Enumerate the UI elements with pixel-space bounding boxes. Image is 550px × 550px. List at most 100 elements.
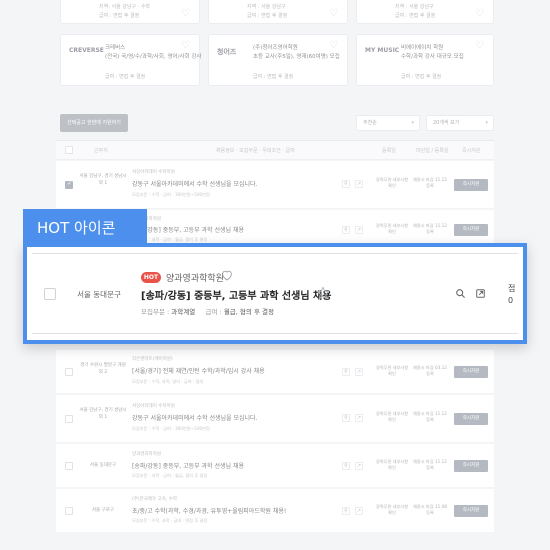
- search-icon[interactable]: ⚲: [342, 226, 350, 234]
- cut-off-text-2: 0: [508, 296, 514, 305]
- row-meta: 모집부문 : 과학계열 급여 : 월급, 협의 후 결정: [141, 306, 274, 316]
- row-location: 서울 구로구: [91, 508, 115, 513]
- row-checkbox[interactable]: [65, 462, 73, 470]
- job-card[interactable]: 지역 : 서울 강남구 급여 : 면접 후 결정 ♡: [208, 0, 348, 24]
- row-school: 서강아카데미 수학학원: [132, 170, 175, 175]
- card-line3: 급여 : 면접 후 결정: [253, 74, 294, 80]
- header-registered: 등록일: [382, 148, 396, 154]
- share-icon[interactable]: ↗: [355, 462, 363, 470]
- row-checkbox[interactable]: [44, 288, 56, 300]
- row-title[interactable]: 강동구 서울아카데미에서 수학 선생님을 모십니다.: [132, 413, 257, 422]
- search-icon[interactable]: ⚲: [342, 368, 350, 376]
- search-icon[interactable]: ⚲: [342, 462, 350, 470]
- share-icon[interactable]: ↗: [355, 226, 363, 234]
- apply-button[interactable]: 즉시지원: [454, 413, 488, 425]
- hot-callout-label: HOT 아이콘: [23, 209, 147, 247]
- row-meta: 모집부문 : 수학 · 급여 : 300만원~500만원: [132, 192, 210, 197]
- job-card[interactable]: 지역: 서울 강남구 · 수학 급여 : 면접 후 결정 ♡: [60, 0, 200, 24]
- table-row[interactable]: 경기 수원시 팔달구 개원 외 2 작은앤마트(에이학원) [서울/경기] 전체…: [56, 350, 494, 394]
- heart-icon[interactable]: ♡: [329, 9, 339, 19]
- row-register: 경력무관 세부사항 확인: [375, 504, 409, 515]
- hot-badge: HOT: [141, 272, 161, 283]
- row-title[interactable]: 강동구 서울아카데미에서 수학 선생님을 모십니다.: [132, 179, 257, 188]
- row-title[interactable]: [송파/강동] 중등부, 고등부 과학 선생님 채용: [132, 225, 244, 234]
- table-row[interactable]: 서울 강남구, 경기 성남시 외 1 서강아카데미 수학학원 강동구 서울아카데…: [56, 395, 494, 443]
- share-icon[interactable]: ↗: [355, 414, 363, 422]
- row-register: 경력무관 세부사항 확인: [375, 365, 409, 376]
- card-title: 초등 교사(주5일), 영재(60여명) 모집: [253, 54, 340, 60]
- meta-pay-label: 급여 :: [205, 308, 222, 316]
- sort-select-value: 추천순: [363, 120, 377, 126]
- header-apply: 즉시지원: [462, 148, 481, 154]
- table-row[interactable]: 서울 동대문구 양과영과학학원 [송파/강동] 중등부, 고등부 과학 선생님 …: [56, 444, 494, 488]
- row-register: 경력무관 세부사항 확인: [375, 177, 409, 188]
- row-register: 경력무관 세부사항 확인: [375, 459, 409, 470]
- job-card[interactable]: 지역 : 서울 강남구 급여 : 면접 후 결정 ♡: [356, 0, 494, 24]
- job-card[interactable]: CREVERSE 크레버스 (전국) 국/영/수/과학/사회, 영어/사회 강사…: [60, 34, 202, 86]
- row-checkbox[interactable]: [65, 507, 73, 515]
- row-title[interactable]: [송파/강동] 중등부, 고등부 과학 선생님 채용: [141, 287, 331, 302]
- sort-select[interactable]: 추천순 ▾: [356, 115, 420, 131]
- job-card[interactable]: MY MUSIC 비에이에이치 학원 수학/과학 강사 대규모 모집 급여 : …: [356, 34, 494, 86]
- row-checkbox[interactable]: [65, 415, 73, 423]
- meta-pay-value: 월급, 협의 후 결정: [223, 308, 274, 316]
- row-meta: 모집부문 : 수학, 과학, 영어 · 급여 : 협의: [132, 379, 204, 384]
- row-deadline: 채용시 마감 11.12 등록: [413, 459, 447, 470]
- row-location: 서울 동대문구: [89, 463, 117, 468]
- heart-icon[interactable]: ♡: [181, 9, 191, 19]
- card-line3: 급여 : 면접 후 결정: [395, 13, 436, 19]
- table-row[interactable]: 서울 구로구 (주)한국에듀 고속, 수학 초/중/고 수학(과학, 수경/과경…: [56, 489, 494, 533]
- row-checkbox[interactable]: [65, 368, 73, 376]
- card-company: 크레버스: [105, 45, 126, 51]
- row-location: 서울 강남구, 경기 성남시 외 1: [79, 408, 127, 420]
- row-school[interactable]: 양과영과학학원: [166, 271, 224, 284]
- search-icon[interactable]: ⚲: [342, 414, 350, 422]
- share-icon[interactable]: ↗: [355, 507, 363, 515]
- search-icon[interactable]: ⚲: [342, 180, 350, 188]
- cut-off-text: 접 0: [508, 283, 515, 307]
- share-icon[interactable]: ↗: [355, 180, 363, 188]
- row-school: 작은앤마트(에이학원): [132, 357, 173, 362]
- heart-icon[interactable]: ♡: [475, 41, 485, 51]
- heart-icon[interactable]: ♡: [181, 41, 191, 51]
- external-link-icon[interactable]: [474, 287, 487, 300]
- apply-button[interactable]: 즉시지원: [454, 366, 488, 378]
- row-title[interactable]: 초/중/고 수학(과학, 수경/과경, 유투영+올림피아드학원 채용!: [132, 506, 286, 515]
- search-icon[interactable]: [454, 287, 467, 300]
- apply-button[interactable]: 즉시지원: [454, 224, 488, 236]
- row-checkbox[interactable]: [65, 180, 73, 189]
- row-title[interactable]: [서울/경기] 전체 재연/인턴 수학/과학/입시 강사 채용: [132, 366, 265, 375]
- card-company: (주)청어즈영어학원: [253, 45, 298, 51]
- card-line2: 지역 : 서울 강남구: [395, 4, 434, 10]
- card-line3: 급여 : 면접 후 결정: [99, 13, 140, 19]
- heart-icon[interactable]: ♡: [475, 9, 485, 19]
- star-icon[interactable]: [315, 285, 331, 301]
- share-icon[interactable]: ↗: [355, 368, 363, 376]
- card-line2: 지역 : 서울 강남구: [247, 4, 286, 10]
- job-card[interactable]: 청어즈 (주)청어즈영어학원 초등 교사(주5일), 영재(60여명) 모집 급…: [208, 34, 348, 86]
- bulk-apply-button[interactable]: 선택공고 한번에 지원하기: [60, 114, 128, 132]
- heart-icon[interactable]: ♡: [329, 41, 339, 51]
- apply-button[interactable]: 즉시지원: [454, 505, 488, 517]
- card-line3: 급여 : 면접 후 결정: [105, 74, 146, 80]
- row-deadline: 채용시 마감 11.12 등록: [413, 177, 447, 188]
- header-checkbox[interactable]: [65, 146, 73, 154]
- row-location: 경기 수원시 팔달구 개원 외 2: [80, 363, 126, 375]
- page-size-select[interactable]: 20개씩 보기 ▾: [426, 115, 494, 131]
- apply-button[interactable]: 즉시지원: [454, 460, 488, 472]
- table-row[interactable]: 서울 강남구, 경기 성남시 외 1 서강아카데미 수학학원 강동구 서울아카데…: [56, 161, 494, 209]
- apply-button[interactable]: 즉시지원: [454, 179, 488, 191]
- row-deadline: 채용시 마감 03.12 등록: [413, 365, 447, 376]
- card-title: 수학/과학 강사 대규모 모집: [401, 54, 464, 60]
- card-company: 비에이에이치 학원: [401, 45, 444, 51]
- search-icon[interactable]: ⚲: [342, 507, 350, 515]
- company-logo: MY MUSIC: [365, 47, 400, 54]
- row-title[interactable]: [송파/강동] 중등부, 고등부 과학 선생님 채용: [132, 461, 244, 470]
- heart-icon[interactable]: [220, 268, 234, 282]
- row-location: 서울 동대문구: [77, 290, 121, 299]
- row-deadline: 채용시 마감 11.12 등록: [413, 411, 447, 422]
- row-register: 경력무관 세부사항 확인: [375, 223, 409, 234]
- chevron-down-icon: ▾: [485, 120, 488, 126]
- card-title: (전국) 국/영/수/과학/사회, 영어/사회 강사: [105, 54, 202, 60]
- company-logo: CREVERSE: [69, 47, 104, 54]
